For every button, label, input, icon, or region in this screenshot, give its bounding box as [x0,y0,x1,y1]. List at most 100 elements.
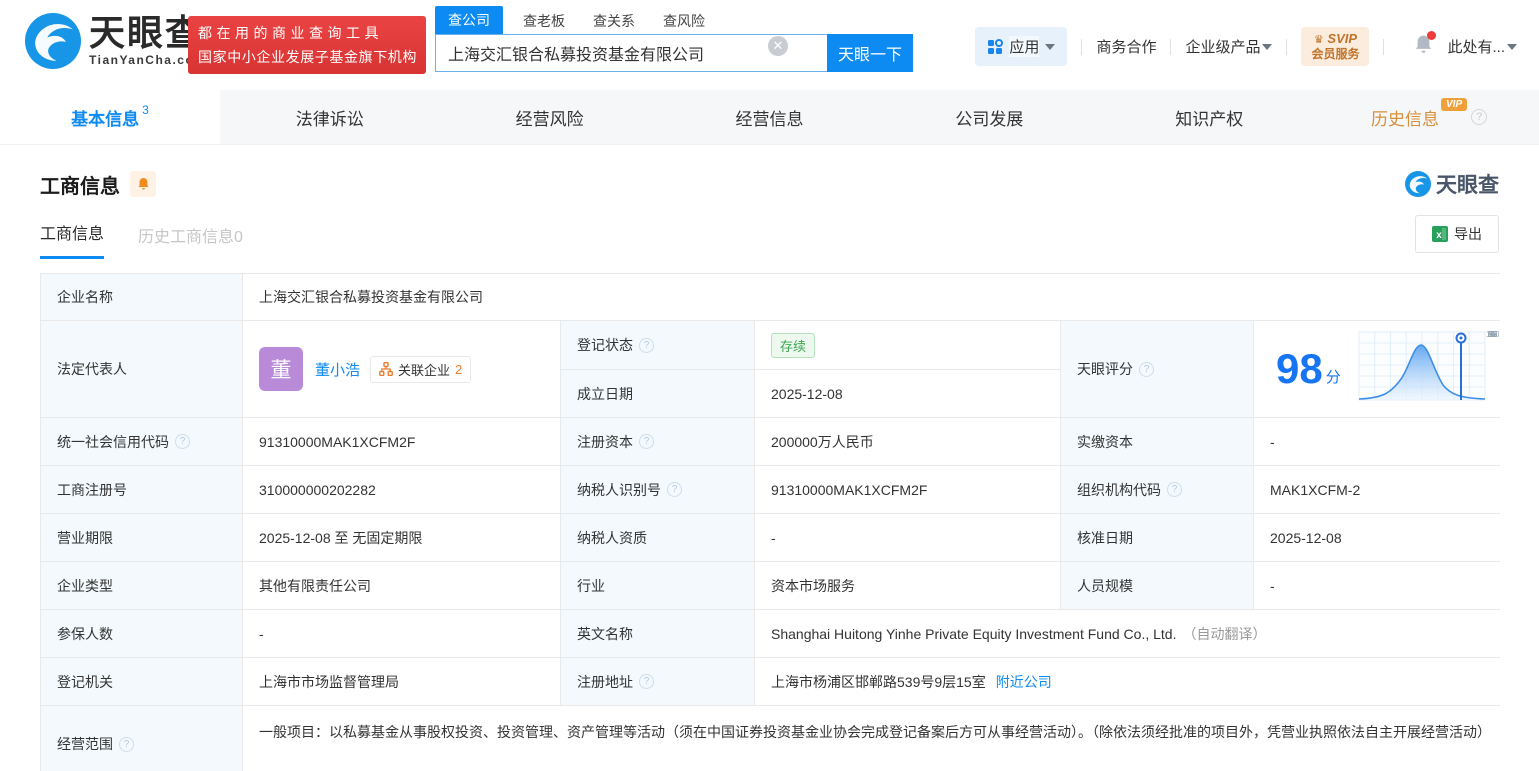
field-label: 参保人数 [41,610,242,657]
crown-icon: ♛ [1313,34,1324,47]
company-name-label: 企业名称 [41,274,242,320]
search-input[interactable] [435,34,827,72]
section-header: 工商信息 天眼查 [40,169,1499,199]
svip-membership-button[interactable]: ♛ SVIP 会员服务 [1301,27,1370,66]
legal-rep-name-link[interactable]: 董小浩 [315,359,360,380]
business-scope-value: 一般项目：以私募基金从事股权投资、投资管理、资产管理等活动（须在中国证券投资基金… [243,706,1509,771]
tab-current-registration[interactable]: 工商信息 [40,220,105,259]
help-icon[interactable]: ? [639,337,654,353]
related-companies-count: 2 [455,361,463,377]
help-icon[interactable]: ? [639,434,654,449]
watermark-text: 天眼查 [1436,174,1499,197]
nearby-companies-link[interactable]: 附近公司 [996,672,1052,692]
watermark-logo: 天眼查 [1405,169,1499,199]
notifications-bell-icon[interactable] [1414,30,1437,60]
org-chart-icon [379,362,393,376]
field-label: 企业类型 [41,562,242,609]
business-scope-label: 经营范围? [41,706,242,771]
logo-swirl-icon [25,13,81,69]
field-value: 2025-12-08 至 无固定期限 [243,514,560,561]
search-tab-boss[interactable]: 查老板 [523,8,565,34]
help-icon[interactable]: ? [1471,109,1488,125]
business-info-table: 企业名称 上海交汇银合私募投资基金有限公司 法定代表人 董 董小浩 关联企业 2… [40,273,1509,771]
tab-business-info[interactable]: 经营信息 [660,90,880,144]
field-label: 注册地址? [561,658,754,705]
field-label: 营业期限 [41,514,242,561]
search-tab-risk[interactable]: 查风险 [663,8,705,34]
header-right-menu: 应用 商务合作 企业级产品 ♛ SVIP 会员服务 此处有... [975,27,1517,66]
chevron-down-icon [1507,43,1517,50]
apps-grid-icon [988,38,1004,54]
field-value: - [1254,562,1509,609]
field-value: 91310000MAK1XCFM2F [243,418,560,465]
info-sub-tabs: 工商信息 历史工商信息0 x 导出 [40,215,1499,259]
tab-basic-info[interactable]: 基本信息 3 [0,90,220,144]
help-icon[interactable]: ? [639,674,654,689]
field-label: 组织机构代码? [1061,466,1253,513]
search-tab-relation[interactable]: 查关系 [593,8,635,34]
promo-banner: 都在用的商业查询工具 国家中小企业发展子基金旗下机构 [188,16,426,74]
top-header: 天眼查 TianYanCha.com 都在用的商业查询工具 国家中小企业发展子基… [0,0,1539,90]
related-companies-badge[interactable]: 关联企业 2 [370,355,472,383]
field-label: 登记机关 [41,658,242,705]
help-icon[interactable]: ? [667,482,682,497]
tab-intellectual-property[interactable]: 知识产权 [1099,90,1319,144]
user-account-menu[interactable]: 此处有... [1447,36,1517,57]
field-value: - [755,514,1060,561]
field-value: - [1254,418,1509,465]
score-unit: 分 [1325,368,1341,386]
field-value: 其他有限责任公司 [243,562,560,609]
field-value: 2025-12-08 [1254,514,1509,561]
field-label: 核准日期 [1061,514,1253,561]
basic-info-count: 3 [142,103,149,117]
status-badge: 存续 [771,332,816,358]
tianyancha-logo[interactable]: 天眼查 TianYanCha.com [25,13,206,69]
company-name-value: 上海交汇银合私募投资基金有限公司 [243,274,1509,320]
axis-tick: 100 [1486,329,1500,339]
apps-label: 应用 [1009,36,1040,57]
field-label: 人员规模 [1061,562,1253,609]
legal-rep-cell: 董 董小浩 关联企业 2 [243,321,560,417]
search-button[interactable]: 天眼一下 [827,34,913,72]
field-value: Shanghai Huitong Yinhe Private Equity In… [755,610,1509,657]
company-nav-tabs: 基本信息 3 法律诉讼 经营风险 经营信息 公司发展 知识产权 历史信息 VIP… [0,90,1539,145]
section-title: 工商信息 [40,175,120,198]
help-icon[interactable]: ? [1167,482,1182,497]
tab-history-registration[interactable]: 历史工商信息0 [138,223,243,259]
divider [1383,38,1385,55]
field-label: 纳税人资质 [561,514,754,561]
export-button[interactable]: x 导出 [1415,215,1499,253]
divider [1081,38,1083,55]
field-value: 上海市杨浦区邯郸路539号9层15室 附近公司 [755,658,1509,705]
tab-history-info[interactable]: 历史信息 VIP ? [1319,90,1539,144]
enterprise-products-link[interactable]: 企业级产品 [1185,36,1273,57]
banner-line1: 都在用的商业查询工具 [198,25,383,41]
apps-menu[interactable]: 应用 [975,27,1068,66]
clear-search-icon[interactable]: ✕ [768,36,788,56]
help-icon[interactable]: ? [1139,361,1154,377]
field-value: 91310000MAK1XCFM2F [755,466,1060,513]
banner-line2: 国家中小企业发展子基金旗下机构 [198,49,417,65]
score-cell: 98 分 0 1 3 15 50 85 97 99 100 [1254,321,1509,417]
legal-rep-avatar: 董 [259,347,303,391]
field-label: 英文名称 [561,610,754,657]
divider [1170,38,1172,55]
business-cooperation-link[interactable]: 商务合作 [1096,36,1156,57]
svg-text:x: x [1436,230,1442,241]
tab-operational-risk[interactable]: 经营风险 [440,90,660,144]
search-tabs: 查公司 查老板 查关系 查风险 [435,6,913,34]
field-label: 实缴资本 [1061,418,1253,465]
field-label: 统一社会信用代码? [41,418,242,465]
field-label: 工商注册号 [41,466,242,513]
field-label: 注册资本? [561,418,754,465]
subscribe-bell-icon[interactable] [130,171,156,197]
tab-company-development[interactable]: 公司发展 [879,90,1099,144]
field-value: 上海市市场监督管理局 [243,658,560,705]
tab-legal-proceedings[interactable]: 法律诉讼 [220,90,440,144]
help-icon[interactable]: ? [175,434,190,449]
field-label: 纳税人识别号? [561,466,754,513]
search-tab-company[interactable]: 查公司 [435,6,503,34]
field-value: - [243,610,560,657]
help-icon[interactable]: ? [119,736,134,752]
establish-date-label: 成立日期 [561,370,754,417]
